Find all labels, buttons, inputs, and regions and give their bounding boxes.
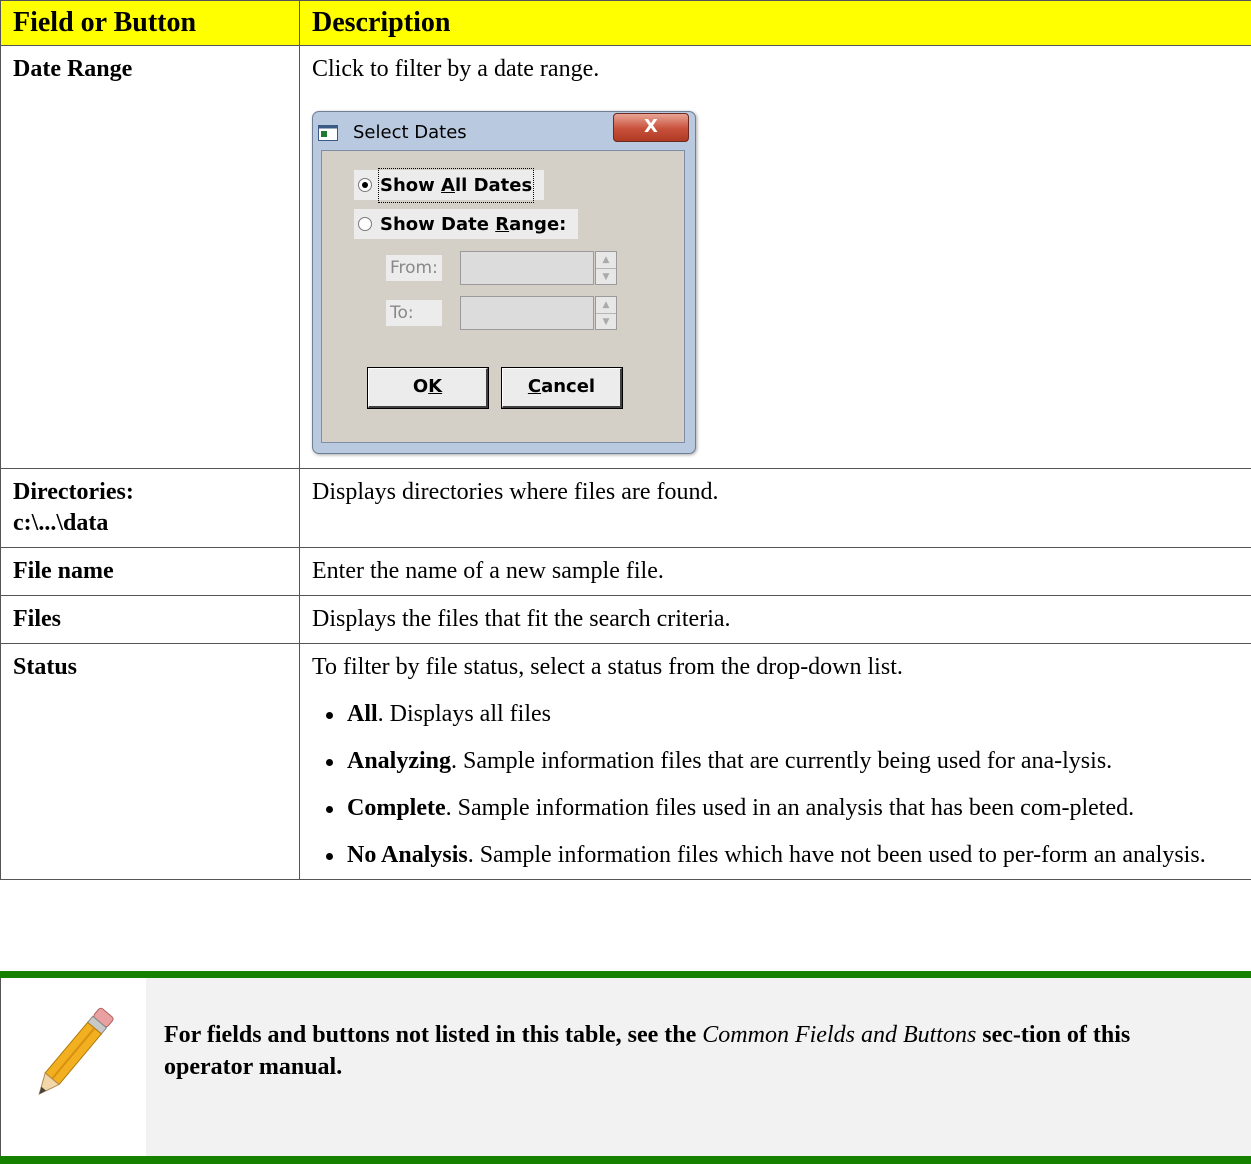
table-row: Date Range Click to filter by a date ran… bbox=[0, 45, 1251, 469]
field-name-directories: Directories: c:\...\data bbox=[0, 468, 300, 548]
radio-selected-indicator[interactable] bbox=[358, 178, 372, 192]
spin-down-icon[interactable]: ▼ bbox=[596, 269, 616, 285]
field-name-files: Files bbox=[0, 595, 300, 644]
description-cell: Displays directories where files are fou… bbox=[299, 468, 1251, 548]
list-item: No Analysis. Sample information files wh… bbox=[312, 840, 1241, 871]
to-date-field[interactable] bbox=[460, 296, 594, 330]
list-item: Complete. Sample information files used … bbox=[312, 793, 1241, 824]
description-text: Click to filter by a date range. bbox=[312, 56, 600, 82]
dialog-titlebar: Select Dates X bbox=[313, 112, 695, 150]
bullet-icon bbox=[326, 806, 333, 813]
window-app-icon bbox=[318, 125, 338, 141]
radio-label: Show All Dates bbox=[377, 167, 535, 203]
description-text: To filter by file status, select a statu… bbox=[312, 654, 903, 680]
table-row: File name Enter the name of a new sample… bbox=[0, 547, 1251, 596]
radio-show-date-range[interactable]: Show Date Range: bbox=[354, 209, 579, 239]
description-cell: To filter by file status, select a statu… bbox=[299, 643, 1251, 880]
table-row: Status To filter by file status, select … bbox=[0, 643, 1251, 880]
bullet-icon bbox=[326, 853, 333, 860]
to-label: To: bbox=[386, 300, 442, 326]
dialog-client-area: Show All Dates Show Date Range: From: ▲ … bbox=[321, 150, 685, 443]
pencil-icon bbox=[38, 1007, 114, 1096]
field-name-line: Directories: bbox=[13, 479, 134, 505]
field-name-line: c:\...\data bbox=[13, 510, 109, 536]
description-cell: Displays the files that fit the search c… bbox=[299, 595, 1251, 644]
column-header-field: Field or Button bbox=[0, 0, 300, 46]
column-header-description: Description bbox=[299, 0, 1251, 46]
bullet-icon bbox=[326, 712, 333, 719]
field-name-date-range: Date Range bbox=[0, 45, 300, 469]
table-row: Directories: c:\...\data Displays direct… bbox=[0, 468, 1251, 548]
note-text: For fields and buttons not listed in thi… bbox=[164, 1022, 1131, 1080]
close-button[interactable]: X bbox=[613, 113, 689, 142]
from-date-field[interactable] bbox=[460, 251, 594, 285]
field-description-table: Field or Button Description Date Range C… bbox=[0, 0, 1251, 880]
list-item: All. Displays all files bbox=[312, 699, 1241, 730]
table-row: Files Displays the files that fit the se… bbox=[0, 595, 1251, 644]
ok-button[interactable]: OK bbox=[368, 368, 488, 408]
bullet-icon bbox=[326, 759, 333, 766]
description-cell: Enter the name of a new sample file. bbox=[299, 547, 1251, 596]
spin-up-icon[interactable]: ▲ bbox=[596, 297, 616, 314]
note-bottom-rule bbox=[0, 1156, 1251, 1164]
radio-unselected-indicator[interactable] bbox=[358, 217, 372, 231]
radio-label: Show Date Range: bbox=[380, 213, 567, 235]
to-spinner[interactable]: ▲ ▼ bbox=[595, 296, 617, 330]
dialog-title: Select Dates bbox=[353, 122, 467, 143]
select-dates-dialog: Select Dates X Show All Dates Show Date … bbox=[312, 111, 696, 454]
from-spinner[interactable]: ▲ ▼ bbox=[595, 251, 617, 285]
note-box: For fields and buttons not listed in thi… bbox=[0, 971, 1251, 1164]
radio-show-all-dates[interactable]: Show All Dates bbox=[354, 167, 545, 203]
status-list: All. Displays all files Analyzing. Sampl… bbox=[312, 699, 1241, 871]
note-top-rule bbox=[0, 971, 1251, 978]
from-label: From: bbox=[386, 255, 442, 281]
description-cell: Click to filter by a date range. Select … bbox=[299, 45, 1251, 469]
field-name-file-name: File name bbox=[0, 547, 300, 596]
field-name-status: Status bbox=[0, 643, 300, 880]
note-left-border bbox=[0, 978, 1, 1156]
table-header-row: Field or Button Description bbox=[0, 0, 1251, 46]
cancel-button[interactable]: Cancel bbox=[502, 368, 622, 408]
spin-down-icon[interactable]: ▼ bbox=[596, 314, 616, 330]
spin-up-icon[interactable]: ▲ bbox=[596, 252, 616, 269]
list-item: Analyzing. Sample information files that… bbox=[312, 746, 1241, 777]
